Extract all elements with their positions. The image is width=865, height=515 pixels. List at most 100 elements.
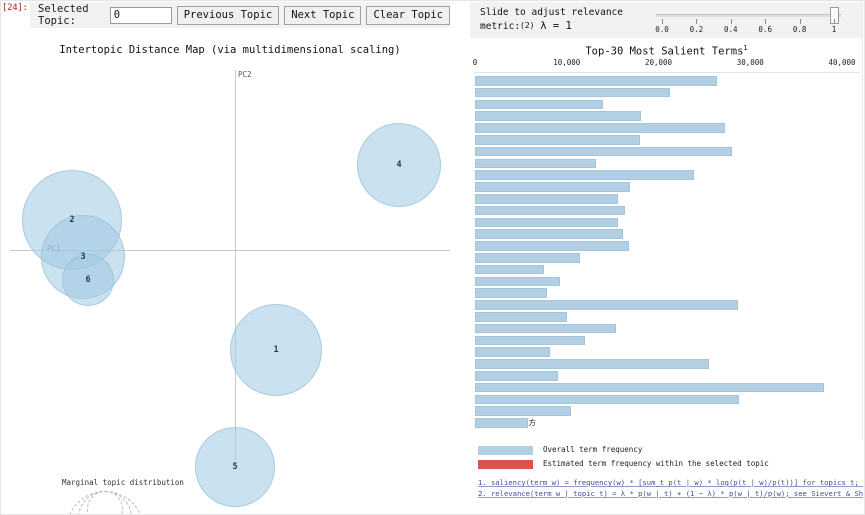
term-bar-row[interactable]: 互联网租赁自行车 [470, 264, 863, 276]
pc2-axis-line [235, 70, 236, 460]
slider-tick-label: 0.8 [792, 25, 807, 34]
term-frequency-bar[interactable] [475, 359, 709, 369]
term-frequency-bar[interactable] [475, 370, 558, 381]
previous-topic-button[interactable]: Previous Topic [176, 5, 280, 25]
term-bar-row[interactable]: 租赁 [470, 323, 863, 335]
x-axis-tick-label: 40,000 [828, 58, 856, 67]
relevance-metric-control-bar: Slide to adjust relevance metric:(2) λ =… [470, 2, 863, 38]
topic-label-2: 2 [69, 215, 75, 225]
slider-caption-line2: metric:(2) λ = 1 [480, 19, 623, 33]
term-bar-row[interactable]: 有限公司 [470, 346, 863, 358]
term-frequency-bar[interactable] [475, 134, 641, 145]
term-bar-row[interactable]: 城管 [470, 276, 863, 288]
term-frequency-bar[interactable] [475, 264, 544, 275]
term-bar-row[interactable]: 鼓励 [470, 193, 863, 205]
term-bar-row[interactable]: 全球 [470, 311, 863, 323]
term-frequency-bar[interactable] [475, 217, 619, 228]
slider-tick-label: 0.6 [758, 25, 772, 34]
slider-track[interactable] [656, 14, 841, 17]
slider-tick-label: 0.0 [655, 25, 669, 34]
slider-tick [799, 19, 801, 24]
bar-chart-legend: Overall term frequency Estimated term fr… [478, 444, 863, 472]
legend-row-estimated: Estimated term frequency within the sele… [478, 458, 863, 472]
slider-tick [662, 19, 663, 24]
slider-tick [765, 19, 767, 24]
notebook-cell-prompt: [24]: [2, 3, 28, 13]
term-frequency-bar[interactable] [475, 241, 630, 251]
term-frequency-bar[interactable] [475, 311, 567, 322]
term-bar-row[interactable]: 停车 [470, 169, 863, 181]
bar-chart-rows: 规范乱停资本意见市民投资部门融资停车资金鼓励20162016年6年监管保障互联网… [470, 75, 863, 429]
pyldavis-visualization: [24]: Selected Topic: Previous Topic Nex… [0, 0, 865, 515]
next-topic-button[interactable]: Next Topic [284, 5, 362, 25]
term-frequency-bar[interactable] [475, 170, 695, 180]
salient-terms-title-footnote-ref: 1 [743, 44, 748, 52]
term-bar-row[interactable]: 风险 [470, 405, 863, 417]
term-frequency-bar[interactable] [475, 323, 617, 334]
legend-row-overall: Overall term frequency [478, 444, 863, 458]
metric-prefix: metric: [480, 21, 521, 32]
term-bar-row[interactable]: 2016 [470, 205, 863, 217]
slider-tick-label: 1 [831, 25, 837, 34]
term-frequency-bar[interactable] [475, 252, 580, 263]
term-frequency-bar[interactable] [475, 288, 547, 298]
term-bar-row[interactable]: 人行 [470, 370, 863, 382]
term-frequency-bar[interactable] [475, 335, 586, 346]
term-frequency-bar[interactable] [475, 182, 631, 192]
term-bar-row[interactable]: 政府 [470, 358, 863, 370]
term-bar-row[interactable]: 市民 [470, 122, 863, 134]
marginal-topic-distribution-legend: Marginal topic distribution 2% 5% 10% [48, 478, 233, 515]
term-frequency-bar[interactable] [475, 146, 732, 157]
salient-terms-title-text: Top-30 Most Salient Terms [585, 45, 744, 58]
term-frequency-bar[interactable] [475, 406, 572, 416]
selected-topic-label: Selected Topic: [38, 3, 89, 27]
term-frequency-bar[interactable] [475, 418, 529, 428]
term-bar-row[interactable]: 2016年 [470, 217, 863, 229]
term-frequency-bar[interactable] [475, 276, 561, 287]
term-frequency-bar[interactable] [475, 193, 619, 204]
term-bar-row[interactable]: 保障 [470, 252, 863, 264]
term-bar-row[interactable]: 管理 [470, 382, 863, 394]
term-frequency-bar[interactable] [475, 205, 625, 216]
panel-right-edge [862, 0, 863, 440]
term-frequency-bar[interactable] [475, 300, 739, 310]
term-bar-row[interactable]: 发现 [470, 299, 863, 311]
term-frequency-bar[interactable] [475, 111, 642, 121]
term-bar-row[interactable]: 6年 [470, 228, 863, 240]
topic-label-6: 6 [85, 275, 91, 285]
term-frequency-bar[interactable] [475, 347, 551, 357]
term-frequency-bar[interactable] [475, 76, 718, 86]
footnote-saliency[interactable]: 1. saliency(term w) = frequency(w) * [su… [478, 478, 863, 489]
clear-topic-button[interactable]: Clear Topic [366, 5, 450, 25]
term-frequency-bar[interactable] [475, 158, 597, 169]
term-bar-row[interactable]: 资金 [470, 181, 863, 193]
selected-topic-input[interactable] [109, 6, 172, 24]
footnote-relevance[interactable]: 2. relevance(term w | topic t) = λ * p(w… [478, 489, 863, 500]
term-bar-row[interactable]: 机动车 [470, 335, 863, 347]
term-bar-row[interactable]: 孩子 [470, 287, 863, 299]
term-bar-row[interactable]: 投资 [470, 134, 863, 146]
topic-label-4: 4 [396, 160, 402, 170]
term-bar-row[interactable]: 意见 [470, 110, 863, 122]
term-frequency-bar[interactable] [475, 87, 671, 98]
lambda-slider[interactable]: 0.0 0.2 0.4 0.6 0.8 1 [655, 6, 854, 36]
term-bar-row[interactable]: 规范 [470, 75, 863, 87]
term-bar-row[interactable]: 乱停 [470, 87, 863, 99]
relevance-slider-caption: Slide to adjust relevance metric:(2) λ =… [480, 6, 623, 33]
term-frequency-bar[interactable] [475, 229, 623, 239]
term-bar-row[interactable]: 警方 [470, 417, 863, 429]
term-frequency-bar[interactable] [475, 123, 726, 133]
legend-label-estimated: Estimated term frequency within the sele… [543, 459, 769, 468]
bar-chart-top-rule [474, 72, 860, 73]
term-bar-row[interactable]: 监管 [470, 240, 863, 252]
x-axis-tick-label: 10,000 [553, 58, 581, 67]
term-bar-row[interactable]: 资本 [470, 99, 863, 111]
topic-control-bar: Selected Topic: Previous Topic Next Topi… [30, 2, 450, 28]
term-bar-row[interactable]: 安全 [470, 394, 863, 406]
term-bar-row[interactable]: 部门 [470, 146, 863, 158]
term-frequency-bar[interactable] [475, 382, 824, 393]
term-frequency-bar[interactable] [475, 99, 604, 110]
slider-tick-label: 0.2 [689, 25, 704, 34]
term-frequency-bar[interactable] [475, 394, 740, 405]
term-bar-row[interactable]: 融资 [470, 158, 863, 170]
